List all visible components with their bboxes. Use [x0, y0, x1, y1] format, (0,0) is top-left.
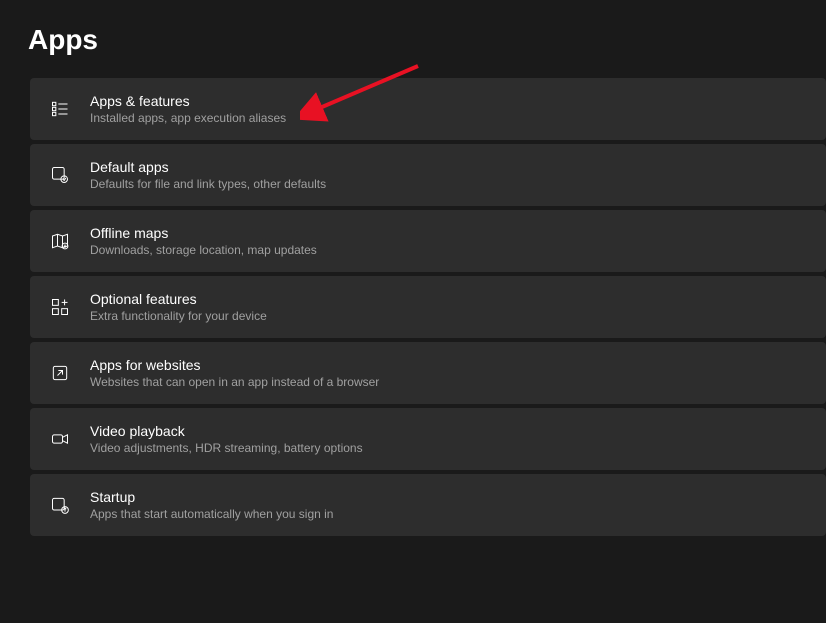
item-desc: Extra functionality for your device — [90, 309, 267, 323]
startup-icon — [48, 493, 72, 517]
item-desc: Websites that can open in an app instead… — [90, 375, 379, 389]
item-optional-features[interactable]: Optional features Extra functionality fo… — [30, 276, 826, 338]
default-apps-icon — [48, 163, 72, 187]
item-title: Offline maps — [90, 225, 317, 241]
item-video-playback[interactable]: Video playback Video adjustments, HDR st… — [30, 408, 826, 470]
item-desc: Video adjustments, HDR streaming, batter… — [90, 441, 363, 455]
item-apps-for-websites[interactable]: Apps for websites Websites that can open… — [30, 342, 826, 404]
item-default-apps[interactable]: Default apps Defaults for file and link … — [30, 144, 826, 206]
open-external-icon — [48, 361, 72, 385]
item-desc: Defaults for file and link types, other … — [90, 177, 326, 191]
item-title: Optional features — [90, 291, 267, 307]
item-title: Video playback — [90, 423, 363, 439]
item-desc: Installed apps, app execution aliases — [90, 111, 286, 125]
item-offline-maps[interactable]: Offline maps Downloads, storage location… — [30, 210, 826, 272]
item-title: Apps & features — [90, 93, 286, 109]
map-icon — [48, 229, 72, 253]
item-title: Startup — [90, 489, 333, 505]
item-desc: Apps that start automatically when you s… — [90, 507, 333, 521]
item-apps-features[interactable]: Apps & features Installed apps, app exec… — [30, 78, 826, 140]
page-title: Apps — [0, 0, 826, 78]
item-title: Apps for websites — [90, 357, 379, 373]
list-icon — [48, 97, 72, 121]
item-title: Default apps — [90, 159, 326, 175]
video-icon — [48, 427, 72, 451]
item-desc: Downloads, storage location, map updates — [90, 243, 317, 257]
item-startup[interactable]: Startup Apps that start automatically wh… — [30, 474, 826, 536]
settings-list: Apps & features Installed apps, app exec… — [0, 78, 826, 536]
grid-plus-icon — [48, 295, 72, 319]
